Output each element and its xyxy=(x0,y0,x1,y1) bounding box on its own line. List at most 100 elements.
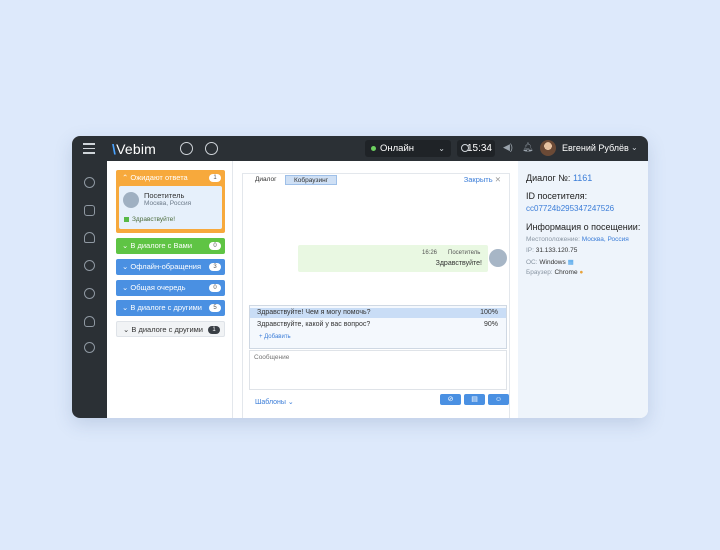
group-count: 0 xyxy=(209,284,221,292)
visitor-name: Посетитель xyxy=(144,191,185,200)
message-avatar-icon xyxy=(489,249,507,267)
os-label: ОС: xyxy=(526,259,538,266)
emoji-button[interactable]: ☺ xyxy=(488,394,509,405)
ban-icon[interactable] xyxy=(84,288,95,299)
volume-icon[interactable]: ◀) xyxy=(503,142,513,153)
queue-panel: ⌃ Ожидают ответа 1 Посетитель Москва, Ро… xyxy=(107,161,233,418)
visitor-card[interactable]: Посетитель Москва, Россия Здравствуйте! xyxy=(119,186,222,229)
add-suggestion-link[interactable]: + Добавить xyxy=(259,334,291,340)
close-label: Закрыть xyxy=(463,175,493,184)
block-button[interactable]: ⊘ xyxy=(440,394,461,405)
tab-cobrowsing[interactable]: Кобраузинг xyxy=(285,175,338,185)
message-text: Здравствуйте! xyxy=(435,260,482,267)
sidebar xyxy=(72,161,107,418)
os-line: ОС: Windows ▦ xyxy=(526,258,574,266)
suggestion-item[interactable]: Здравствуйте! Чем я могу помочь? 100% xyxy=(250,308,506,318)
suggestion-text: Здравствуйте! Чем я могу помочь? xyxy=(257,309,371,316)
group-count: 0 xyxy=(209,242,221,250)
os-value: Windows xyxy=(539,259,566,266)
group-label: В диалоге с другими xyxy=(130,303,202,312)
money-bag-icon[interactable] xyxy=(84,316,95,327)
history-icon[interactable] xyxy=(84,177,95,188)
message-input-box[interactable] xyxy=(249,350,507,390)
dashboard-icon[interactable] xyxy=(180,142,193,155)
message-icon xyxy=(124,216,129,222)
clock-time: 15:34 xyxy=(466,143,492,154)
close-dialog-button[interactable]: Закрыть ✕ xyxy=(464,175,501,184)
group-label: В диалоге с Вами xyxy=(130,241,193,250)
suggestion-item[interactable]: Здравствуйте, какой у вас вопрос? 90% xyxy=(250,320,506,330)
suggestion-text: Здравствуйте, какой у вас вопрос? xyxy=(257,321,371,328)
group-with-others[interactable]: ⌄ В диалоге с другими 5 xyxy=(116,300,225,316)
dialog-label: Диалог №: xyxy=(526,173,571,183)
tab-dialog[interactable]: Диалог xyxy=(247,175,285,185)
user-menu-chevron-icon[interactable]: ⌄ xyxy=(631,143,638,152)
app-window: \Vebim Онлайн ⌄ 15:34 ◀) 🔔︎ Евгений Рубл… xyxy=(72,136,648,418)
browser-line: Браузер: Chrome ● xyxy=(526,269,583,276)
browser-value: Chrome xyxy=(554,269,578,276)
status-label: Онлайн xyxy=(380,143,415,154)
group-with-you[interactable]: ⌄ В диалоге с Вами 0 xyxy=(116,238,225,254)
visitor-message-text: Здравствуйте! xyxy=(132,216,176,223)
group-label: Общая очередь xyxy=(130,283,186,292)
message-bubble: 16:26 Посетитель Здравствуйте! xyxy=(298,245,488,272)
info-panel: Диалог №: 1161 ID посетителя: cc07724b29… xyxy=(518,161,648,418)
avatar[interactable] xyxy=(540,140,556,156)
group-common-queue[interactable]: ⌄ Общая очередь 0 xyxy=(116,280,225,296)
group-offline[interactable]: ⌄ Офлайн-обращения 3 xyxy=(116,259,225,275)
visit-info-label: Информация о посещении: xyxy=(526,222,641,232)
group-with-others-2[interactable]: ⌄ В диалоге с другими 1 xyxy=(116,321,225,337)
group-waiting[interactable]: ⌃ Ожидают ответа 1 Посетитель Москва, Ро… xyxy=(116,170,225,233)
visitor-id[interactable]: cc07724b295347247526 xyxy=(526,204,614,213)
file-button[interactable]: ▤ xyxy=(464,394,485,405)
stats-icon[interactable] xyxy=(84,205,95,216)
group-waiting-count: 1 xyxy=(209,174,221,182)
close-icon: ✕ xyxy=(494,175,501,184)
logo: \Vebim xyxy=(112,141,157,157)
online-dot-icon xyxy=(371,145,376,151)
chrome-icon: ● xyxy=(579,269,584,276)
block-icon: ⊘ xyxy=(447,396,454,403)
location-value[interactable]: Москва, Россия xyxy=(582,236,629,243)
logo-text: Vebim xyxy=(116,141,157,157)
dialog-number-value[interactable]: 1161 xyxy=(573,173,592,183)
file-icon: ▤ xyxy=(471,396,478,403)
ip-line: IP: 31.133.120.75 xyxy=(526,247,577,254)
group-count: 1 xyxy=(208,326,220,334)
user-name[interactable]: Евгений Рублёв xyxy=(562,143,629,153)
suggestion-pct: 90% xyxy=(483,321,498,328)
chevron-down-icon: ⌄ xyxy=(438,144,445,153)
group-waiting-label: Ожидают ответа xyxy=(130,173,188,182)
templates-label: Шаблоны xyxy=(255,399,286,406)
visitor-message: Здравствуйте! xyxy=(124,216,175,224)
target-icon[interactable] xyxy=(84,260,95,271)
ip-value: 31.133.120.75 xyxy=(535,247,578,254)
visitor-id-label: ID посетителя: xyxy=(526,191,588,201)
dialog-number: Диалог №: 1161 xyxy=(526,173,592,183)
templates-dropdown[interactable]: Шаблоны ⌄ xyxy=(255,398,294,406)
message-time: 16:26 xyxy=(422,250,438,256)
emoji-icon: ☺ xyxy=(494,396,503,403)
visitor-location: Москва, Россия xyxy=(144,200,192,207)
clock: 15:34 xyxy=(457,140,495,157)
visitor-avatar-icon xyxy=(123,192,139,208)
users-icon[interactable] xyxy=(84,232,95,243)
suggestion-pct: 100% xyxy=(480,309,498,316)
menu-icon[interactable] xyxy=(83,143,95,154)
group-label: В диалоге с другими xyxy=(131,325,203,334)
location-line: Местоположение: Москва, Россия xyxy=(526,236,629,243)
status-select[interactable]: Онлайн ⌄ xyxy=(365,140,451,157)
chat-bubble-icon[interactable] xyxy=(205,142,218,155)
suggestions-list: Здравствуйте! Чем я могу помочь? 100% Здр… xyxy=(249,305,507,349)
bell-icon[interactable]: 🔔︎ xyxy=(522,142,533,153)
group-count: 5 xyxy=(209,304,221,312)
chat-panel: Диалог Кобраузинг Закрыть ✕ 16:26 Посети… xyxy=(242,173,510,418)
group-label: Офлайн-обращения xyxy=(130,262,202,271)
browser-label: Браузер: xyxy=(526,269,553,276)
group-count: 3 xyxy=(209,263,221,271)
location-label: Местоположение: xyxy=(526,236,580,243)
clock-icon xyxy=(461,144,469,152)
message-author: Посетитель xyxy=(448,250,481,256)
message-input[interactable] xyxy=(254,354,494,361)
settings-icon[interactable] xyxy=(84,342,95,353)
